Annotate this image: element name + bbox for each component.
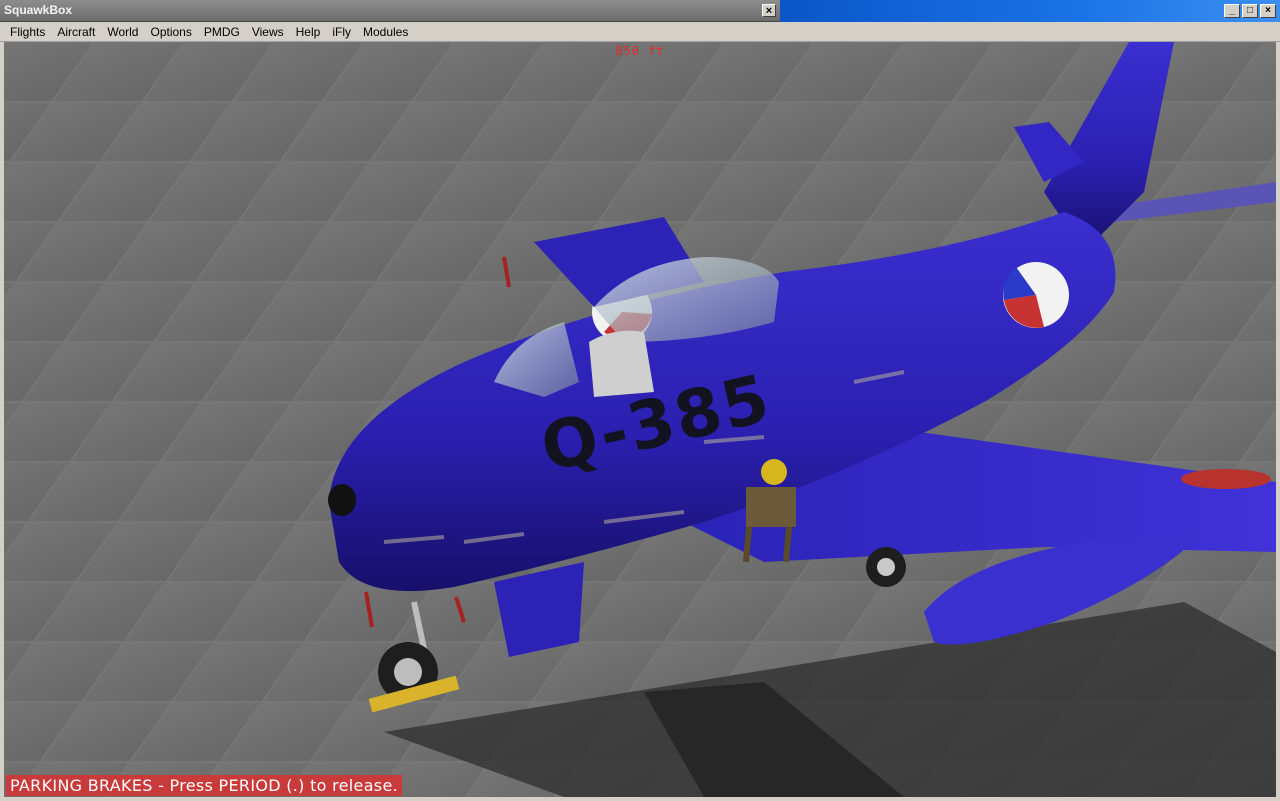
menu-views[interactable]: Views bbox=[246, 25, 290, 39]
squawkbox-title: SquawkBox bbox=[4, 3, 73, 17]
window-border bbox=[1276, 42, 1280, 801]
menu-aircraft[interactable]: Aircraft bbox=[51, 25, 101, 39]
minimize-button[interactable]: _ bbox=[1224, 4, 1240, 18]
menu-pmdg[interactable]: PMDG bbox=[198, 25, 246, 39]
nose-intake bbox=[328, 484, 356, 516]
helmet bbox=[761, 459, 787, 485]
sim-viewport[interactable]: Q-385 850 ft PARKING BRAKES - Press PERI… bbox=[4, 42, 1276, 797]
main-window-titlebar[interactable]: _ □ × bbox=[780, 0, 1280, 22]
menu-modules[interactable]: Modules bbox=[357, 25, 414, 39]
squawkbox-close-button[interactable]: × bbox=[762, 4, 776, 17]
parking-brake-message: PARKING BRAKES - Press PERIOD (.) to rel… bbox=[6, 775, 402, 796]
boarding-ladder bbox=[746, 487, 796, 527]
maximize-button[interactable]: □ bbox=[1242, 4, 1258, 18]
menu-help[interactable]: Help bbox=[290, 25, 327, 39]
altitude-readout: 850 ft bbox=[615, 44, 665, 58]
menu-ifly[interactable]: iFly bbox=[326, 25, 357, 39]
close-button[interactable]: × bbox=[1260, 4, 1276, 18]
menu-options[interactable]: Options bbox=[144, 25, 197, 39]
menu-world[interactable]: World bbox=[101, 25, 144, 39]
menu-bar: Flights Aircraft World Options PMDG View… bbox=[0, 22, 1280, 42]
squawkbox-titlebar[interactable]: SquawkBox × bbox=[0, 0, 780, 22]
menu-flights[interactable]: Flights bbox=[0, 25, 51, 39]
